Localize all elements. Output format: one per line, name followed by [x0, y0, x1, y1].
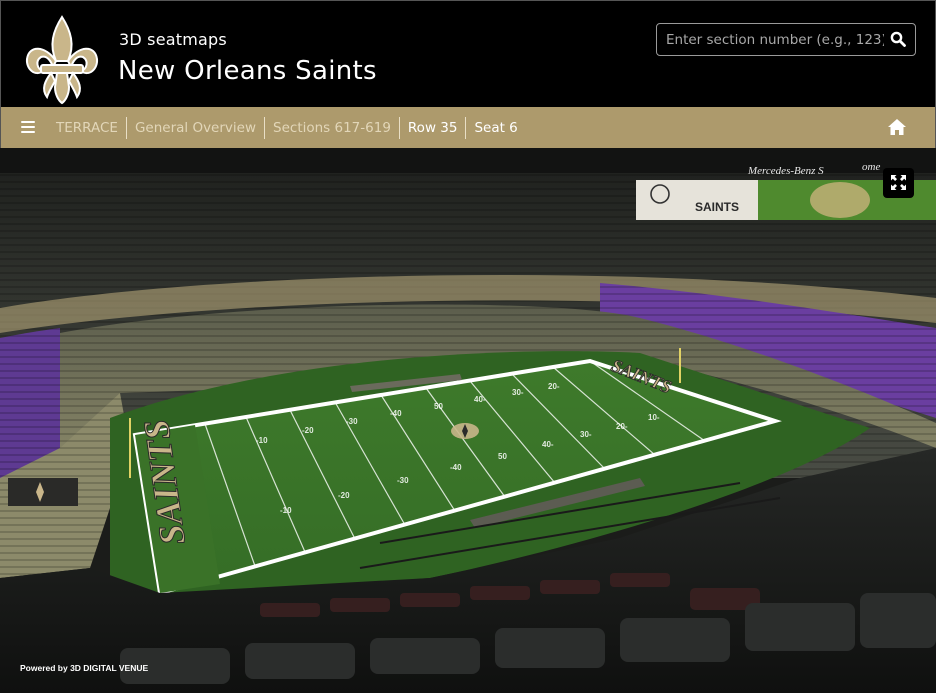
yard-number: 10-: [648, 413, 660, 422]
header-bar: 3D seatmaps New Orleans Saints: [0, 0, 936, 107]
yard-number: -10: [256, 436, 268, 445]
search-input[interactable]: [666, 24, 884, 55]
yard-number: -10: [280, 506, 292, 515]
yard-number: -20: [338, 491, 350, 500]
hamburger-menu-icon[interactable]: [21, 121, 35, 133]
yard-number: 20-: [548, 382, 560, 391]
fullscreen-icon: [891, 175, 906, 190]
yard-number: 30-: [580, 430, 592, 439]
yard-number: 40-: [474, 395, 486, 404]
yard-number: 30-: [512, 388, 524, 397]
yard-number: -40: [390, 409, 402, 418]
stadium-3d-view[interactable]: SAINTS Mercedes-Benz S ome SAINTS SAINTS…: [0, 148, 936, 693]
stadium-scene: SAINTS Mercedes-Benz S ome SAINTS SAINTS…: [0, 148, 936, 693]
home-icon[interactable]: [887, 118, 907, 136]
search-icon[interactable]: [890, 31, 906, 47]
scoreboard-text: Mercedes-Benz S: [747, 165, 824, 177]
midfield-logo: [451, 423, 479, 439]
yard-number: 50: [498, 452, 507, 461]
yard-number: -30: [397, 476, 409, 485]
page-title: New Orleans Saints: [118, 56, 377, 86]
search-box[interactable]: [656, 23, 916, 56]
fleur-de-lis-logo: [25, 15, 99, 105]
powered-by-credit[interactable]: Powered by 3D DIGITAL VENUE: [20, 663, 148, 673]
breadcrumb-general-overview[interactable]: General Overview: [125, 116, 264, 139]
breadcrumb-terrace[interactable]: TERRACE: [48, 117, 126, 139]
subtitle: 3D seatmaps: [119, 30, 227, 49]
yard-number: 40-: [542, 440, 554, 449]
yard-number: 20-: [616, 422, 628, 431]
scoreboard-banner-text: SAINTS: [695, 200, 739, 214]
breadcrumb-row: Row 35: [398, 116, 466, 139]
yard-number: -20: [302, 426, 314, 435]
scoreboard-text-2: ome: [862, 161, 880, 173]
yard-number: -30: [346, 417, 358, 426]
yard-number: 50: [434, 402, 443, 411]
fullscreen-button[interactable]: [883, 168, 914, 198]
breadcrumb-sections[interactable]: Sections 617-619: [264, 116, 399, 139]
yard-number: -40: [450, 463, 462, 472]
breadcrumb-seat: Seat 6: [465, 116, 525, 139]
breadcrumb: TERRACE General Overview Sections 617-61…: [48, 107, 526, 148]
breadcrumb-bar: TERRACE General Overview Sections 617-61…: [0, 107, 936, 148]
